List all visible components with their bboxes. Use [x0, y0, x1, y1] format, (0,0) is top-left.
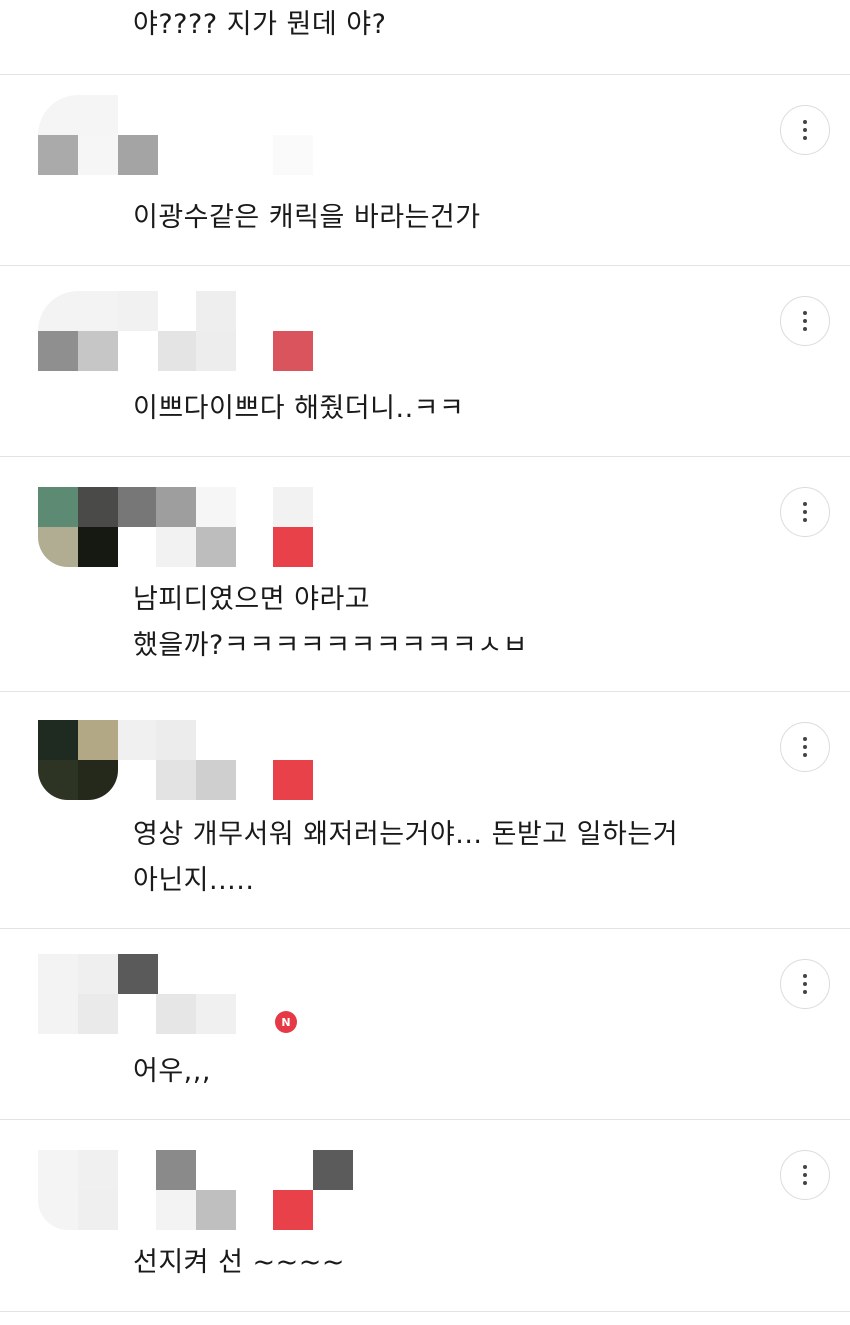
comment-text: 선지켜 선 ~~~~: [133, 1247, 346, 1278]
more-options-button[interactable]: [780, 722, 830, 772]
comment-list: 야???? 지가 뭔데 야? 이광수같은 캐릭을 바라는건가 이쁘다이쁘다 해줬…: [0, 0, 850, 1325]
author-meta: [118, 720, 318, 800]
author-meta: N: [118, 954, 318, 1034]
avatar[interactable]: [38, 487, 118, 567]
more-options-button[interactable]: [780, 959, 830, 1009]
author-meta: [118, 1150, 353, 1230]
avatar[interactable]: [38, 291, 118, 371]
comment-text: 어우,,,: [133, 1056, 211, 1087]
more-options-button[interactable]: [780, 105, 830, 155]
comment-item: 영상 개무서워 왜저러는거야... 돈받고 일하는거 아닌지.....: [0, 692, 850, 929]
new-badge: N: [275, 1011, 297, 1033]
avatar[interactable]: [38, 95, 118, 175]
comment-text: 이광수같은 캐릭을 바라는건가: [133, 202, 481, 233]
more-vertical-icon: [803, 1165, 807, 1185]
more-vertical-icon: [803, 737, 807, 757]
comment-item: 이광수같은 캐릭을 바라는건가: [0, 75, 850, 266]
more-vertical-icon: [803, 311, 807, 331]
author-meta: [118, 95, 318, 175]
more-options-button[interactable]: [780, 296, 830, 346]
avatar[interactable]: [38, 954, 118, 1034]
more-vertical-icon: [803, 502, 807, 522]
more-vertical-icon: [803, 974, 807, 994]
comment-item: 선지켜 선 ~~~~: [0, 1120, 850, 1312]
comment-item: 야???? 지가 뭔데 야?: [0, 0, 850, 75]
more-options-button[interactable]: [780, 487, 830, 537]
comment-text: 야???? 지가 뭔데 야?: [133, 9, 387, 40]
comment-text: 영상 개무서워 왜저러는거야... 돈받고 일하는거 아닌지.....: [133, 819, 679, 896]
avatar[interactable]: [38, 1150, 118, 1230]
more-options-button[interactable]: [780, 1150, 830, 1200]
avatar[interactable]: [38, 720, 118, 800]
author-meta: [118, 487, 318, 567]
comment-text: 남피디였으면 야라고 했을까?ㅋㅋㅋㅋㅋㅋㅋㅋㅋㅋㅅㅂ: [133, 584, 528, 661]
author-meta: [118, 291, 318, 371]
comment-item: 이쁘다이쁘다 해줬더니..ㅋㅋ: [0, 266, 850, 457]
comment-item: 남피디였으면 야라고 했을까?ㅋㅋㅋㅋㅋㅋㅋㅋㅋㅋㅅㅂ: [0, 457, 850, 692]
more-vertical-icon: [803, 120, 807, 140]
comment-text: 이쁘다이쁘다 해줬더니..ㅋㅋ: [133, 393, 465, 424]
comment-item: N 어우,,,: [0, 929, 850, 1120]
